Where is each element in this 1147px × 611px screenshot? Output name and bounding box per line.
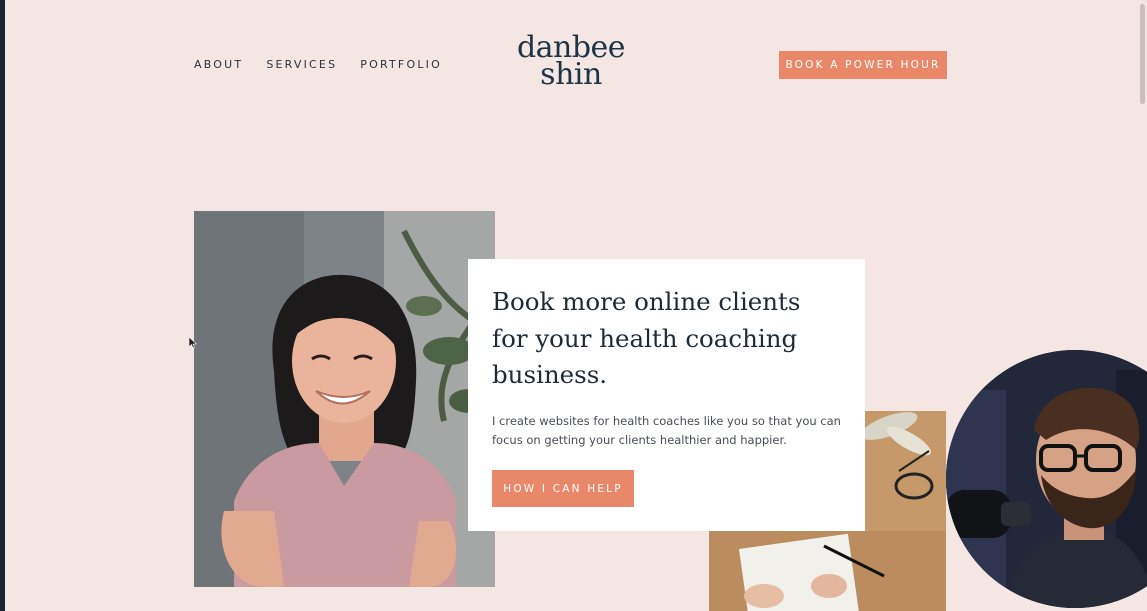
nav-item-portfolio[interactable]: PORTFOLIO (360, 58, 442, 71)
portrait-illustration (194, 211, 495, 587)
logo-line-2: shin (540, 57, 602, 92)
hero-title: Book more online clients for your health… (492, 287, 801, 389)
page-scrollbar[interactable] (1140, 4, 1145, 104)
hero-card: Book more online clients for your health… (468, 259, 865, 531)
nav-item-about[interactable]: ABOUT (194, 58, 243, 71)
mouse-pointer-icon (189, 337, 197, 349)
hero-subtitle: I create websites for health coaches lik… (492, 414, 841, 447)
how-i-can-help-button[interactable]: HOW I CAN HELP (492, 470, 634, 507)
book-power-hour-button[interactable]: BOOK A POWER HOUR (779, 51, 947, 79)
main-navigation: ABOUT SERVICES PORTFOLIO (194, 58, 442, 71)
portrait-photo (194, 211, 495, 587)
nav-item-services[interactable]: SERVICES (266, 58, 337, 71)
site-logo[interactable]: danbee shin (510, 33, 632, 92)
